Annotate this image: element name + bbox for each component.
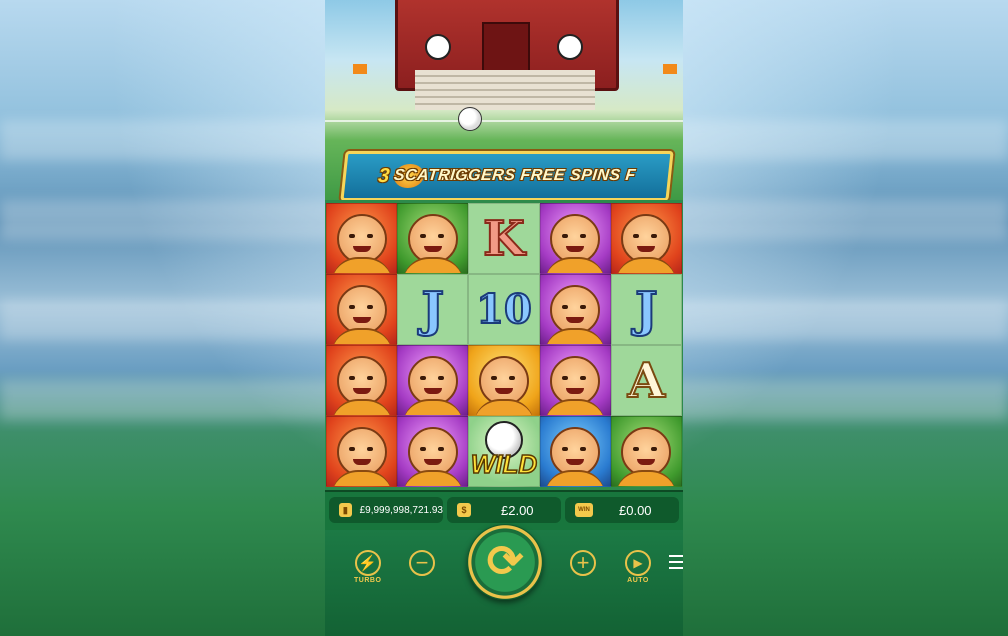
spin-button[interactable]: ⟳	[467, 524, 543, 600]
scatter-icon: SCATTER	[392, 164, 473, 188]
kicker-icon	[478, 355, 529, 406]
reel-cell	[610, 416, 682, 487]
reel-cell	[326, 274, 398, 345]
monk-happy-icon	[407, 213, 458, 264]
monk-robe	[402, 257, 463, 273]
reel-cell	[397, 203, 469, 274]
monk-robe	[473, 399, 534, 415]
slot-game: 3 SCATTER TRIGGERS FREE SPINS F K J 10 J A WI…	[325, 0, 683, 636]
monk-laugh-icon	[407, 426, 458, 477]
ball-emblem-icon	[425, 34, 451, 60]
win-icon: WIN	[575, 503, 593, 517]
decrease-bet-button[interactable]: −	[409, 550, 435, 576]
auto-label: AUTO	[627, 577, 649, 584]
temple-door	[482, 22, 530, 76]
monk-happy-icon	[621, 426, 672, 477]
field-line	[325, 120, 683, 122]
free-spins-banner: 3 SCATTER TRIGGERS FREE SPINS F	[340, 151, 674, 200]
menu-icon[interactable]	[669, 555, 683, 569]
corner-flag-icon	[353, 64, 367, 74]
reel-cell	[539, 203, 611, 274]
monk-angry-icon	[336, 284, 387, 335]
reel-cell	[397, 416, 469, 487]
corner-flag-icon	[663, 64, 677, 74]
monk-robe	[616, 470, 677, 486]
monk-robe	[402, 399, 463, 415]
symbol-letter: J	[634, 281, 659, 338]
symbol-letter: 10	[475, 285, 533, 333]
monk-laugh-icon	[550, 213, 601, 264]
monk-robe	[331, 328, 392, 344]
reel-cell: A	[610, 345, 682, 416]
bet-value: £2.00	[501, 502, 534, 518]
turbo-label: TURBO	[354, 577, 382, 584]
monk-robe	[616, 257, 677, 273]
reel-cell: WILD	[468, 416, 540, 487]
win-display: WIN £0.00	[565, 497, 679, 523]
symbol-letter: J	[420, 281, 445, 338]
balance-value: £9,999,998,721.93	[359, 504, 443, 516]
monk-robe	[545, 328, 606, 344]
win-value: £0.00	[619, 502, 652, 518]
reel-cell	[468, 345, 540, 416]
play-icon: ▶	[625, 550, 651, 576]
reel-cell	[326, 416, 398, 487]
symbol-letter: A	[627, 352, 666, 409]
monk-robe	[545, 257, 606, 273]
reel-cell	[326, 345, 398, 416]
temple-scene: 3 SCATTER TRIGGERS FREE SPINS F	[325, 0, 683, 200]
monk-robe	[331, 257, 392, 273]
auto-spin-button[interactable]: ▶ AUTO	[625, 550, 651, 584]
monk-angry-icon	[336, 213, 387, 264]
monk-robe	[545, 470, 606, 486]
monk-shout-icon	[550, 426, 601, 477]
wallet-icon: ▮	[339, 503, 352, 517]
reel-cell	[539, 274, 611, 345]
reel-cell	[610, 203, 682, 274]
ball-emblem-icon	[557, 34, 583, 60]
monk-laugh-icon	[407, 355, 458, 406]
symbol-letter: K	[482, 210, 526, 267]
monk-robe	[331, 470, 392, 486]
plus-icon: +	[570, 550, 596, 576]
monk-robe	[331, 399, 392, 415]
monk-robe	[402, 470, 463, 486]
balance-display: ▮ £9,999,998,721.93	[329, 497, 443, 523]
banner-text: TRIGGERS FREE SPINS F	[427, 167, 637, 184]
reel-cell: J	[397, 274, 469, 345]
control-panel: ⚡ TURBO − ⟳ + ▶ AUTO	[325, 524, 683, 636]
temple-stairs	[415, 70, 595, 110]
turbo-button[interactable]: ⚡ TURBO	[354, 550, 381, 584]
monk-laugh-icon	[550, 355, 601, 406]
reel-cell: 10	[468, 274, 540, 345]
wild-symbol: WILD	[470, 448, 538, 480]
lightning-icon: ⚡	[354, 550, 381, 576]
reel-cell: J	[610, 274, 682, 345]
increase-bet-button[interactable]: +	[570, 550, 596, 576]
football-icon	[458, 107, 482, 131]
monk-laugh-icon	[550, 284, 601, 335]
coins-icon: $	[457, 503, 471, 517]
spin-arrows-icon: ⟳	[486, 537, 524, 586]
reel-cell: K	[468, 203, 540, 274]
monk-angry-icon	[336, 355, 387, 406]
reel-cell	[326, 203, 398, 274]
monk-angry-icon	[621, 213, 672, 264]
reel-cell	[539, 345, 611, 416]
reel-grid: K J 10 J A WILD	[326, 203, 682, 487]
reel-cell	[397, 345, 469, 416]
monk-robe	[545, 399, 606, 415]
banner-number: 3	[377, 164, 392, 187]
monk-angry-icon	[336, 426, 387, 477]
reel-cell	[539, 416, 611, 487]
bet-display[interactable]: $ £2.00	[447, 497, 561, 523]
minus-icon: −	[409, 550, 435, 576]
